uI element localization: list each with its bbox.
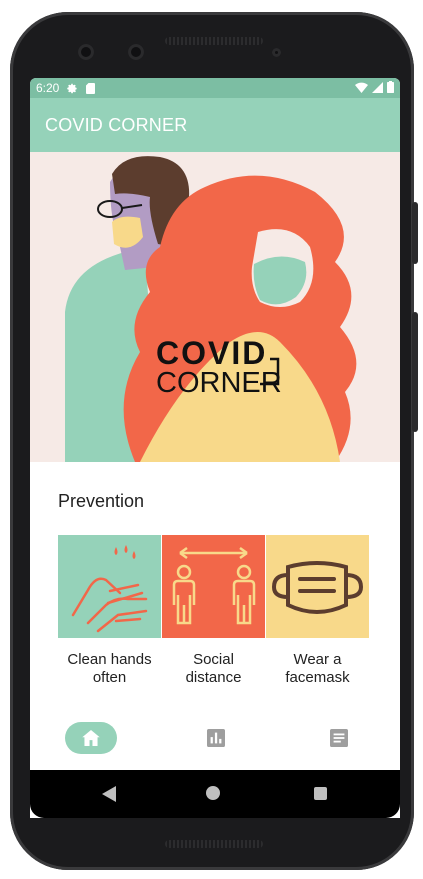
sim-card-icon xyxy=(86,82,96,94)
home-icon xyxy=(82,730,100,746)
wear-facemask-card[interactable] xyxy=(266,535,369,638)
settings-icon xyxy=(67,83,77,93)
system-navigation-bar xyxy=(30,770,400,818)
wear-facemask-label-line2: facemask xyxy=(285,669,350,686)
social-distance-label: Social distance xyxy=(162,651,265,687)
wear-facemask-label: Wear a facemask xyxy=(266,651,369,687)
signal-icon xyxy=(372,81,383,93)
app-bar: COVID CORNER xyxy=(30,98,400,152)
covid-corner-illustration: COVID CORNER xyxy=(65,156,357,462)
news-icon xyxy=(330,729,348,747)
prevention-cards xyxy=(58,535,369,638)
home-system-button[interactable] xyxy=(206,786,220,800)
clean-hands-card[interactable] xyxy=(58,535,161,638)
app-screen: 6:20 COVID CORNER COVID CORNER Preventio… xyxy=(30,78,400,818)
recents-icon[interactable] xyxy=(314,787,327,800)
nav-home-button[interactable] xyxy=(65,722,117,754)
social-distance-label-line2: distance xyxy=(185,669,242,686)
front-camera-icon xyxy=(78,44,94,60)
hero-illustration: COVID CORNER xyxy=(30,152,400,462)
clean-hands-label-line2: often xyxy=(92,669,127,686)
bottom-speaker xyxy=(165,840,263,848)
back-icon[interactable] xyxy=(102,786,116,802)
power-button xyxy=(412,202,418,264)
nav-stats-button[interactable] xyxy=(200,722,232,754)
prevention-labels: Clean hands often Social distance Wear a… xyxy=(58,651,369,687)
volume-button xyxy=(412,312,418,432)
wear-facemask-label-line1: Wear a xyxy=(293,651,342,668)
social-distance-label-line1: Social xyxy=(193,651,234,668)
prevention-title: Prevention xyxy=(58,491,145,511)
proximity-sensor-icon xyxy=(272,48,281,57)
nav-news-button[interactable] xyxy=(323,722,355,754)
battery-icon xyxy=(387,81,394,93)
hero-logo-line1: COVID xyxy=(156,335,267,371)
clean-hands-label-line1: Clean hands xyxy=(67,651,152,668)
wifi-icon xyxy=(355,82,368,93)
earpiece-speaker xyxy=(165,37,263,45)
bottom-navigation xyxy=(30,714,400,770)
front-sensor-icon xyxy=(128,44,144,60)
app-title: COVID CORNER xyxy=(45,115,188,135)
clean-hands-label: Clean hands often xyxy=(58,651,161,687)
social-distance-card[interactable] xyxy=(162,535,265,638)
social-distance-icon xyxy=(172,546,256,625)
status-bar: 6:20 xyxy=(30,78,400,98)
facemask-icon xyxy=(271,561,364,614)
stats-icon xyxy=(207,729,225,747)
status-time: 6:20 xyxy=(36,81,60,95)
hand-washing-icon xyxy=(71,545,148,633)
